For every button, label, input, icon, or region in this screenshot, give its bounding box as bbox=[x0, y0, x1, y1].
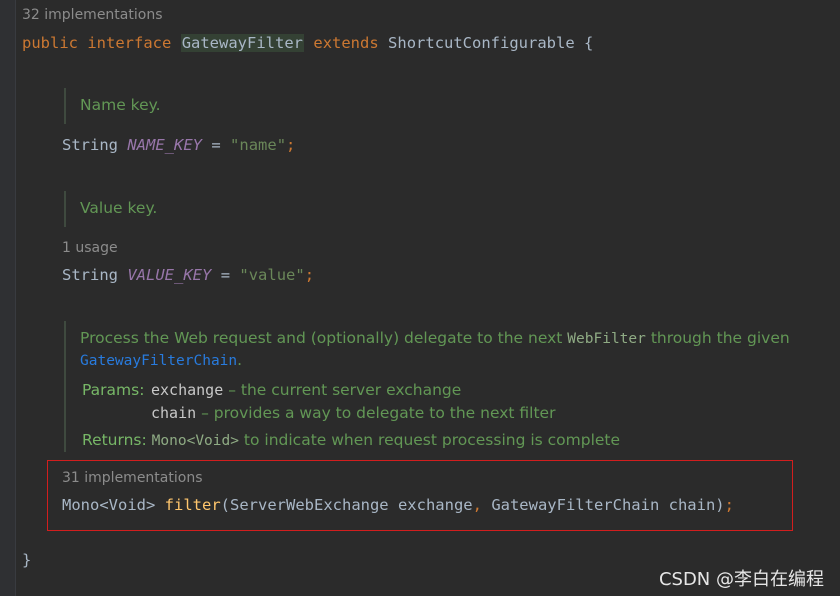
gateway-filter-chain-link[interactable]: GatewayFilterChain bbox=[80, 353, 237, 369]
semicolon: ; bbox=[286, 136, 296, 154]
field-value-key[interactable]: VALUE_KEY bbox=[127, 266, 211, 284]
method-params-first: (ServerWebExchange exchange bbox=[220, 496, 473, 514]
value-key-usage-hint[interactable]: 1 usage bbox=[62, 240, 118, 256]
param-chain-desc: – provides a way to delegate to the next… bbox=[201, 404, 556, 422]
returns-code-ref: Mono<Void> bbox=[151, 433, 239, 449]
param-exchange-desc: – the current server exchange bbox=[228, 381, 462, 399]
filter-doc-period: . bbox=[237, 351, 243, 369]
type-string: String bbox=[62, 266, 118, 284]
doc-comment-name-key[interactable]: Name key. bbox=[80, 94, 161, 116]
semicolon: ; bbox=[304, 266, 315, 284]
string-literal-value: "value" bbox=[239, 266, 305, 284]
value-key-field-line[interactable]: String VALUE_KEY = "value"; bbox=[62, 265, 314, 285]
return-type: Mono<Void> bbox=[62, 496, 156, 514]
keyword-interface: interface bbox=[87, 34, 172, 52]
assign-operator: = bbox=[211, 136, 221, 154]
csdn-watermark: CSDN @李白在编程 bbox=[658, 569, 824, 590]
doc-comment-bar-filter bbox=[64, 321, 66, 452]
method-name-filter[interactable]: filter bbox=[165, 496, 221, 514]
interface-name[interactable]: GatewayFilter bbox=[180, 34, 305, 52]
close-brace: } bbox=[22, 551, 32, 569]
interface-implementations-hint[interactable]: 32 implementations bbox=[22, 7, 163, 23]
interface-declaration-line[interactable]: public interface GatewayFilter extends S… bbox=[22, 33, 593, 53]
param-chain: chain – provides a way to delegate to th… bbox=[151, 402, 555, 424]
field-name-key[interactable]: NAME_KEY bbox=[127, 136, 202, 154]
parent-interface-name[interactable]: ShortcutConfigurable bbox=[388, 34, 575, 52]
webfilter-code-ref: WebFilter bbox=[567, 331, 646, 347]
name-key-field-line[interactable]: String NAME_KEY = "name"; bbox=[62, 135, 295, 155]
type-string: String bbox=[62, 136, 118, 154]
filter-method-line[interactable]: Mono<Void> filter(ServerWebExchange exch… bbox=[62, 495, 734, 515]
doc-comment-bar-name-key bbox=[64, 88, 66, 124]
filter-doc-text: Process the Web request and (optionally)… bbox=[80, 329, 563, 347]
gutter-divider bbox=[15, 0, 16, 596]
filter-doc-line-2[interactable]: GatewayFilterChain. bbox=[80, 349, 242, 372]
returns-desc: to indicate when request processing is c… bbox=[243, 431, 621, 449]
filter-doc-line-1[interactable]: Process the Web request and (optionally)… bbox=[80, 327, 790, 350]
assign-operator: = bbox=[220, 266, 231, 284]
params-label: Params: bbox=[82, 381, 145, 399]
param-exchange-name: exchange bbox=[151, 381, 224, 399]
filter-implementations-hint[interactable]: 31 implementations bbox=[62, 470, 203, 486]
param-exchange: exchange – the current server exchange bbox=[151, 379, 461, 401]
returns-label: Returns: bbox=[82, 431, 147, 449]
doc-comment-value-key[interactable]: Value key. bbox=[80, 197, 157, 219]
param-chain-name: chain bbox=[151, 404, 197, 422]
method-params-rest: GatewayFilterChain chain) bbox=[481, 496, 725, 514]
params-line-1: Params: bbox=[82, 379, 144, 401]
params-comma: , bbox=[472, 496, 482, 514]
doc-comment-bar-value-key bbox=[64, 191, 66, 227]
filter-doc-tail: through the given bbox=[650, 329, 790, 347]
keyword-public: public bbox=[22, 34, 78, 52]
editor-gutter bbox=[0, 0, 15, 596]
returns-line: Returns: Mono<Void> to indicate when req… bbox=[82, 429, 620, 452]
keyword-extends: extends bbox=[313, 34, 379, 52]
open-brace: { bbox=[584, 34, 594, 52]
string-literal-name: "name" bbox=[230, 136, 287, 154]
semicolon: ; bbox=[724, 496, 734, 514]
